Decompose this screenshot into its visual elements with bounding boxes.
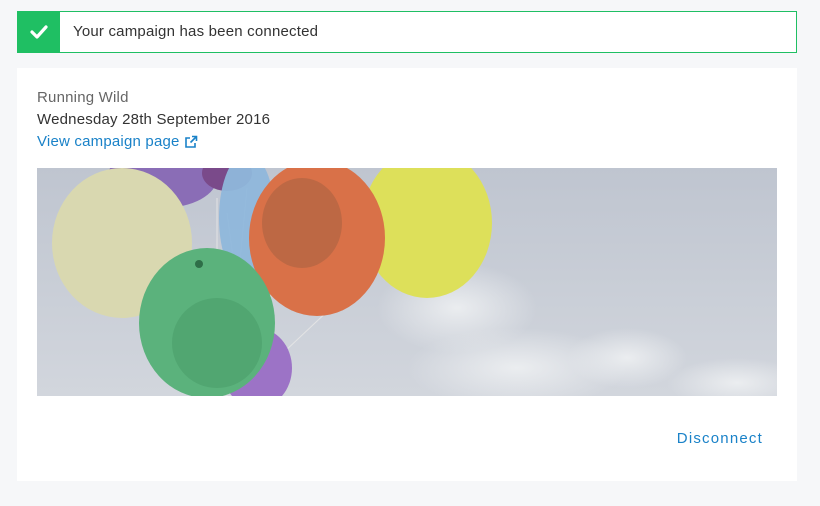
balloons-photo — [37, 168, 777, 396]
alert-message: Your campaign has been connected — [73, 23, 319, 40]
campaign-date: Wednesday 28th September 2016 — [37, 111, 271, 128]
campaign-banner-image — [37, 168, 777, 396]
alert-icon-box — [18, 12, 60, 52]
disconnect-button[interactable]: Disconnect — [677, 430, 763, 447]
campaign-name: Running Wild — [37, 89, 129, 106]
campaign-card: Running Wild Wednesday 28th September 20… — [17, 68, 797, 481]
view-campaign-link[interactable]: View campaign page — [37, 133, 198, 150]
external-link-icon — [184, 135, 197, 148]
view-campaign-label: View campaign page — [37, 133, 180, 150]
success-alert: Your campaign has been connected — [17, 11, 797, 53]
check-icon — [30, 25, 48, 39]
